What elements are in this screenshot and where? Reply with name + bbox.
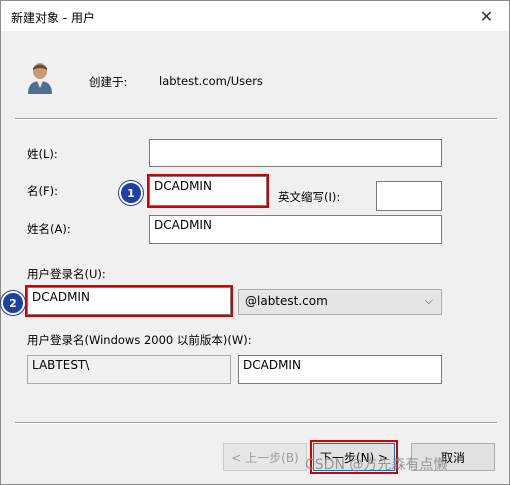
close-button[interactable]: ✕ xyxy=(464,1,509,31)
upn-suffix-value: @labtest.com xyxy=(245,294,328,308)
last-name-field[interactable] xyxy=(149,139,442,167)
pre2000-domain-field: LABTEST\ xyxy=(27,355,231,384)
highlight-box-1 xyxy=(147,174,269,208)
pre2000-logon-field[interactable]: DCADMIN xyxy=(238,355,442,384)
new-user-dialog: 新建对象 - 用户 ✕ 创建于: labtest.com/Users 姓(L):… xyxy=(0,0,510,485)
step-badge-1: 1 xyxy=(119,181,143,205)
initials-label: 英文缩写(I): xyxy=(278,190,341,204)
separator xyxy=(15,118,497,120)
created-in-value: labtest.com/Users xyxy=(159,74,263,88)
logon-name-label: 用户登录名(U): xyxy=(27,267,106,281)
user-icon xyxy=(27,61,53,95)
watermark: CSDN @方先森有点懒 xyxy=(305,457,448,473)
last-name-label: 姓(L): xyxy=(27,147,58,161)
initials-field[interactable] xyxy=(376,181,442,211)
title-bar: 新建对象 - 用户 ✕ xyxy=(1,1,509,31)
full-name-label: 姓名(A): xyxy=(27,222,71,236)
separator xyxy=(15,422,497,424)
chevron-down-icon: ⌵ xyxy=(424,294,433,307)
close-icon: ✕ xyxy=(479,6,494,26)
window-title: 新建对象 - 用户 xyxy=(11,11,95,25)
highlight-box-2 xyxy=(25,285,233,317)
step-badge-2: 2 xyxy=(1,291,25,315)
upn-suffix-dropdown[interactable]: @labtest.com ⌵ xyxy=(238,289,442,315)
first-name-label: 名(F): xyxy=(27,184,58,198)
created-in-label: 创建于: xyxy=(89,75,128,89)
back-button[interactable]: < 上一步(B) xyxy=(223,443,307,471)
full-name-field[interactable]: DCADMIN xyxy=(149,215,442,244)
pre2000-logon-label: 用户登录名(Windows 2000 以前版本)(W): xyxy=(27,333,252,347)
